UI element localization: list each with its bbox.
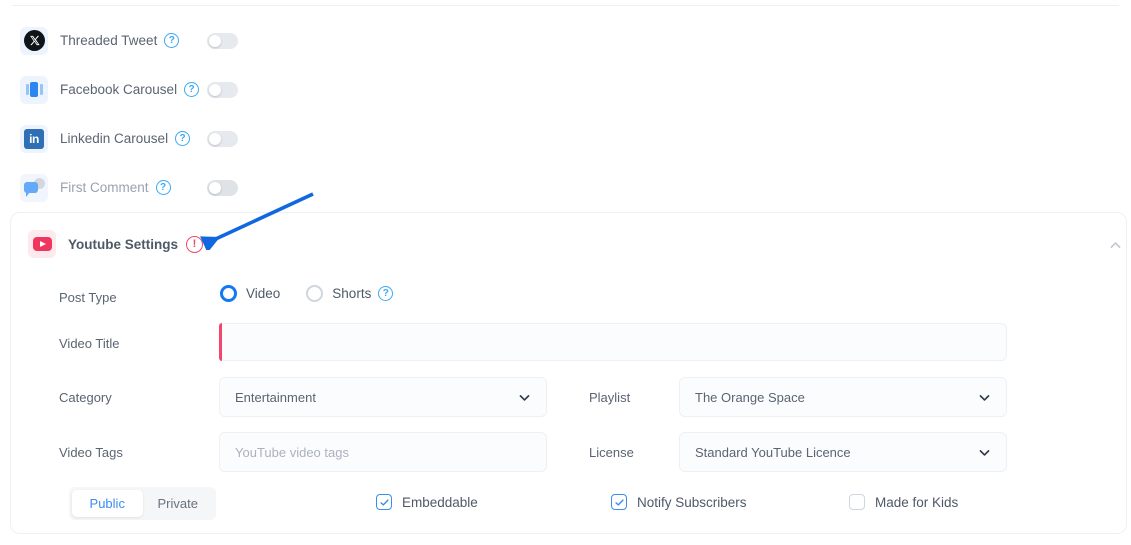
social-row-facebook-carousel[interactable]: Facebook Carousel ?	[20, 65, 360, 114]
checkbox-box[interactable]	[611, 494, 627, 510]
video-title-input[interactable]	[219, 323, 1007, 361]
video-tags-placeholder: YouTube video tags	[235, 444, 349, 460]
toggle-knob	[209, 35, 221, 47]
label-category: Category	[59, 390, 112, 405]
label-video-title: Video Title	[59, 336, 120, 351]
speech-bubble-glyph	[23, 178, 45, 197]
social-row-label: Threaded Tweet	[60, 33, 158, 48]
radio-video[interactable]	[220, 285, 237, 302]
help-icon[interactable]: ?	[184, 82, 200, 97]
playlist-value: The Orange Space	[695, 389, 805, 405]
checkbox-box[interactable]	[849, 494, 865, 510]
youtube-settings-warning-icon: !	[186, 235, 203, 253]
linkedin-icon: in	[20, 124, 48, 153]
video-tags-input[interactable]: YouTube video tags	[219, 432, 547, 472]
checkbox-embeddable[interactable]: Embeddable	[376, 494, 478, 510]
help-icon[interactable]: ?	[175, 131, 191, 146]
chevron-collapse-icon[interactable]	[1109, 239, 1122, 252]
toggle-facebook-carousel[interactable]	[207, 82, 238, 98]
social-settings-list: Threaded Tweet ? Facebook Carousel ? in	[20, 16, 360, 212]
help-icon[interactable]: ?	[164, 33, 180, 48]
top-divider	[12, 5, 1119, 6]
chevron-down-icon	[978, 391, 991, 404]
checkbox-made-for-kids[interactable]: Made for Kids	[849, 494, 958, 510]
help-icon[interactable]: ?	[378, 286, 394, 301]
help-icon[interactable]: ?	[155, 180, 171, 195]
checkbox-notify-subscribers[interactable]: Notify Subscribers	[611, 494, 747, 510]
visibility-segmented-control[interactable]: Public Private	[69, 487, 216, 520]
chevron-down-icon	[978, 446, 991, 459]
youtube-settings-header[interactable]: Youtube Settings !	[28, 230, 203, 258]
toggle-first-comment[interactable]	[207, 180, 238, 196]
toggle-threaded-tweet[interactable]	[207, 33, 238, 49]
youtube-settings-title: Youtube Settings	[68, 236, 178, 252]
label-post-type: Post Type	[59, 290, 117, 305]
category-select[interactable]: Entertainment	[219, 377, 547, 417]
radio-shorts[interactable]	[306, 285, 324, 302]
chevron-down-icon	[518, 391, 531, 404]
social-row-label: First Comment	[60, 180, 149, 195]
social-row-first-comment[interactable]: First Comment ?	[20, 163, 360, 212]
x-twitter-icon	[20, 26, 48, 55]
carousel-bars-glyph	[25, 82, 43, 97]
toggle-knob	[209, 182, 221, 194]
youtube-icon	[28, 230, 56, 258]
checkbox-label: Embeddable	[402, 494, 478, 510]
toggle-linkedin-carousel[interactable]	[207, 131, 238, 147]
youtube-settings-card: Youtube Settings ! Post Type Video Short…	[10, 212, 1127, 534]
social-row-linkedin-carousel[interactable]: in Linkedin Carousel ?	[20, 114, 360, 163]
label-license: License	[589, 445, 634, 460]
checkbox-label: Notify Subscribers	[637, 494, 747, 510]
radio-shorts-label: Shorts	[332, 286, 372, 301]
visibility-option-private[interactable]: Private	[143, 490, 214, 517]
category-value: Entertainment	[235, 389, 316, 405]
playlist-select[interactable]: The Orange Space	[679, 377, 1007, 417]
toggle-knob	[209, 84, 221, 96]
license-select[interactable]: Standard YouTube Licence	[679, 432, 1007, 472]
social-row-label: Linkedin Carousel	[60, 131, 169, 146]
x-logo-glyph	[23, 30, 45, 51]
social-row-threaded-tweet[interactable]: Threaded Tweet ?	[20, 16, 360, 65]
label-playlist: Playlist	[589, 390, 631, 405]
label-video-tags: Video Tags	[59, 445, 123, 460]
linkedin-in-glyph: in	[24, 128, 44, 149]
checkbox-box[interactable]	[376, 494, 392, 510]
checkbox-label: Made for Kids	[875, 494, 959, 510]
visibility-option-public[interactable]: Public	[72, 490, 143, 517]
radio-video-label: Video	[246, 286, 281, 301]
first-comment-icon	[20, 173, 48, 202]
social-row-label: Facebook Carousel	[60, 82, 178, 97]
toggle-knob	[209, 133, 221, 145]
license-value: Standard YouTube Licence	[695, 444, 851, 460]
youtube-settings-screen: Threaded Tweet ? Facebook Carousel ? in	[0, 0, 1131, 545]
post-type-radio-group[interactable]: Video Shorts ?	[220, 285, 394, 302]
facebook-carousel-icon	[20, 75, 48, 104]
youtube-play-glyph	[32, 237, 52, 251]
